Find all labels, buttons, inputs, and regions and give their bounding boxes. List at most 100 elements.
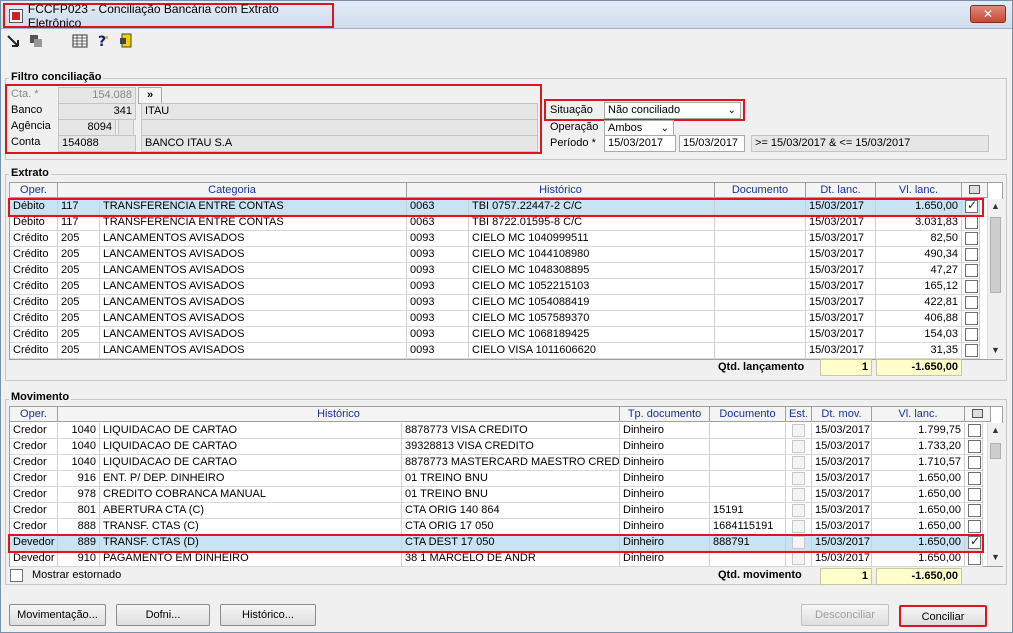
periodo-end-field[interactable]: 15/03/2017 bbox=[679, 135, 745, 152]
cell-value: 1.650,00 bbox=[876, 199, 962, 215]
cell-check bbox=[965, 455, 983, 471]
extrato-row[interactable]: Crédito 205 LANCAMENTOS AVISADOS 0093 CIELO … bbox=[10, 231, 980, 247]
row-checkbox[interactable] bbox=[968, 456, 981, 469]
row-checkbox[interactable] bbox=[965, 232, 978, 245]
cell-documento bbox=[710, 551, 786, 567]
col-check[interactable] bbox=[962, 183, 988, 198]
cell-date: 15/03/2017 bbox=[812, 535, 872, 551]
col-vl-lanc[interactable]: Vl. lanc. bbox=[872, 407, 965, 422]
movimento-row[interactable]: Credor 888 TRANSF. CTAS (C) CTA ORIG 17 050… bbox=[10, 519, 983, 535]
calculator-icon[interactable] bbox=[72, 33, 88, 49]
col-historico[interactable]: Histórico bbox=[58, 407, 620, 422]
cell-value: 47,27 bbox=[876, 263, 962, 279]
row-checkbox[interactable] bbox=[968, 440, 981, 453]
extrato-row[interactable]: Crédito 205 LANCAMENTOS AVISADOS 0093 CIELO … bbox=[10, 343, 980, 359]
col-check[interactable] bbox=[965, 407, 991, 422]
help-icon[interactable]: ? bbox=[95, 33, 111, 49]
extrato-row[interactable]: Crédito 205 LANCAMENTOS AVISADOS 0093 CIELO … bbox=[10, 295, 980, 311]
row-checkbox[interactable] bbox=[965, 280, 978, 293]
extrato-row[interactable]: Crédito 205 LANCAMENTOS AVISADOS 0093 CIELO … bbox=[10, 279, 980, 295]
extrato-row[interactable]: Crédito 205 LANCAMENTOS AVISADOS 0093 CIELO … bbox=[10, 311, 980, 327]
col-est[interactable]: Est. bbox=[786, 407, 812, 422]
scroll-down-icon[interactable]: ▼ bbox=[991, 552, 1000, 562]
col-dt-lanc[interactable]: Dt. lanc. bbox=[806, 183, 876, 198]
movimento-row[interactable]: Devedor 910 PAGAMENTO EM DINHEIRO 38 1 MARC… bbox=[10, 551, 983, 567]
close-button[interactable]: ✕ bbox=[970, 5, 1006, 23]
cell-documento: 15191 bbox=[710, 503, 786, 519]
extrato-row[interactable]: Débito 117 TRANSFERENCIA ENTRE CONTAS 0063 T… bbox=[10, 215, 980, 231]
row-checkbox[interactable] bbox=[965, 264, 978, 277]
row-checkbox[interactable] bbox=[968, 520, 981, 533]
scroll-thumb[interactable] bbox=[990, 217, 1001, 293]
movimento-row[interactable]: Credor 1040 LIQUIDACAO DE CARTAO 39328813 V… bbox=[10, 439, 983, 455]
exit-icon[interactable] bbox=[118, 33, 134, 49]
movimento-scrollbar[interactable]: ▲ ▼ bbox=[987, 423, 1003, 566]
extrato-scrollbar[interactable]: ▲ ▼ bbox=[987, 199, 1003, 359]
row-checkbox[interactable] bbox=[965, 199, 978, 213]
row-checkbox[interactable] bbox=[968, 535, 981, 549]
row-checkbox[interactable] bbox=[965, 296, 978, 309]
row-checkbox[interactable] bbox=[968, 504, 981, 517]
movimento-row[interactable]: Credor 801 ABERTURA CTA (C) CTA ORIG 140 86… bbox=[10, 503, 983, 519]
col-documento[interactable]: Documento bbox=[715, 183, 806, 198]
cell-documento bbox=[715, 247, 806, 263]
situacao-select[interactable]: Não conciliado ⌄ bbox=[604, 102, 741, 119]
conciliar-button[interactable]: Conciliar bbox=[899, 605, 987, 627]
movimentacao-button[interactable]: Movimentação... bbox=[9, 604, 106, 626]
cell-date: 15/03/2017 bbox=[806, 295, 876, 311]
cell-oper: Credor bbox=[10, 471, 58, 487]
extrato-row[interactable]: Crédito 205 LANCAMENTOS AVISADOS 0093 CIELO … bbox=[10, 247, 980, 263]
col-categoria[interactable]: Categoria bbox=[58, 183, 407, 198]
row-checkbox[interactable] bbox=[965, 216, 978, 229]
scroll-thumb[interactable] bbox=[990, 443, 1001, 459]
dofni-button[interactable]: Dofni... bbox=[116, 604, 210, 626]
row-checkbox[interactable] bbox=[965, 344, 978, 357]
cell-cat-code: 205 bbox=[58, 311, 100, 327]
cta-field[interactable]: 154.088 bbox=[58, 87, 136, 104]
movimento-row[interactable]: Credor 916 ENT. P/ DEP. DINHEIRO 01 TREINO … bbox=[10, 471, 983, 487]
cell-complemento: 8878773 MASTERCARD MAESTRO CREDITO bbox=[402, 455, 620, 471]
cell-date: 15/03/2017 bbox=[806, 279, 876, 295]
row-checkbox[interactable] bbox=[965, 248, 978, 261]
movimento-row[interactable]: Devedor 889 TRANSF. CTAS (D) CTA DEST 17 05… bbox=[10, 535, 983, 551]
extrato-row[interactable]: Débito 117 TRANSFERENCIA ENTRE CONTAS 0063 T… bbox=[10, 199, 980, 215]
mostrar-estornado-checkbox[interactable] bbox=[10, 569, 23, 582]
row-checkbox[interactable] bbox=[968, 424, 981, 437]
extrato-row[interactable]: Crédito 205 LANCAMENTOS AVISADOS 0093 CIELO … bbox=[10, 263, 980, 279]
import-icon[interactable] bbox=[28, 33, 44, 49]
row-checkbox[interactable] bbox=[965, 328, 978, 341]
extrato-qtd-total: -1.650,00 bbox=[876, 359, 962, 376]
cta-lookup-button[interactable]: » bbox=[138, 87, 162, 104]
col-historico[interactable]: Histórico bbox=[407, 183, 715, 198]
row-checkbox[interactable] bbox=[965, 312, 978, 325]
row-checkbox[interactable] bbox=[968, 488, 981, 501]
col-oper[interactable]: Oper. bbox=[10, 407, 58, 422]
cell-documento bbox=[715, 231, 806, 247]
col-tp-documento[interactable]: Tp. documento bbox=[620, 407, 710, 422]
cell-value: 1.650,00 bbox=[872, 487, 965, 503]
cell-oper: Débito bbox=[10, 215, 58, 231]
col-oper[interactable]: Oper. bbox=[10, 183, 58, 198]
est-checkbox bbox=[792, 504, 805, 517]
scroll-up-icon[interactable]: ▲ bbox=[991, 425, 1000, 435]
extrato-row[interactable]: Crédito 205 LANCAMENTOS AVISADOS 0093 CIELO … bbox=[10, 327, 980, 343]
scroll-down-icon[interactable]: ▼ bbox=[991, 345, 1000, 355]
movimento-row[interactable]: Credor 1040 LIQUIDACAO DE CARTAO 8878773 VI… bbox=[10, 423, 983, 439]
desconciliar-button[interactable]: Desconciliar bbox=[801, 604, 889, 626]
cell-documento bbox=[715, 279, 806, 295]
est-checkbox bbox=[792, 552, 805, 565]
historico-button[interactable]: Histórico... bbox=[220, 604, 316, 626]
row-checkbox[interactable] bbox=[968, 472, 981, 485]
cell-code: 1040 bbox=[58, 423, 100, 439]
col-dt-mov[interactable]: Dt. mov. bbox=[812, 407, 872, 422]
movimento-row[interactable]: Credor 978 CREDITO COBRANCA MANUAL 01 TREIN… bbox=[10, 487, 983, 503]
cell-date: 15/03/2017 bbox=[812, 439, 872, 455]
col-documento[interactable]: Documento bbox=[710, 407, 786, 422]
situacao-label: Situação bbox=[550, 104, 593, 116]
movimento-row[interactable]: Credor 1040 LIQUIDACAO DE CARTAO 8878773 MA… bbox=[10, 455, 983, 471]
row-checkbox[interactable] bbox=[968, 552, 981, 565]
export-icon[interactable] bbox=[5, 33, 21, 49]
col-vl-lanc[interactable]: Vl. lanc. bbox=[876, 183, 962, 198]
periodo-start-field[interactable]: 15/03/2017 bbox=[604, 135, 676, 152]
scroll-up-icon[interactable]: ▲ bbox=[991, 201, 1000, 211]
